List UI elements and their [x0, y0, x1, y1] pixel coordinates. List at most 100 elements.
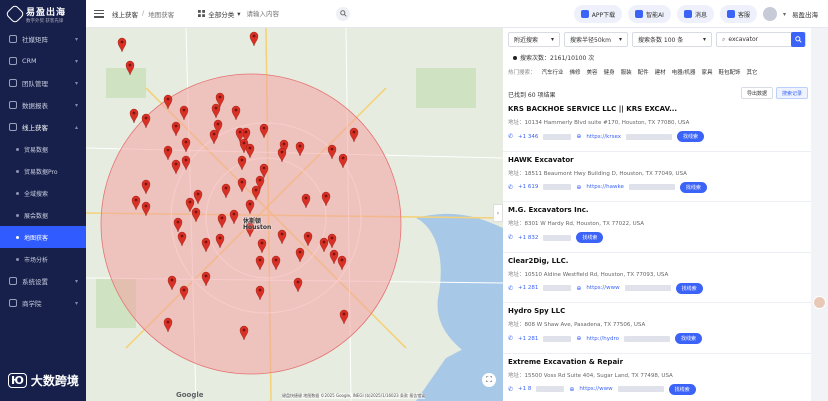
result-item[interactable]: M.G. Excavators Inc. 地址：8301 W Hardy Rd, …: [503, 202, 811, 253]
result-name[interactable]: HAWK Excavator: [508, 156, 806, 164]
find-leads-button[interactable]: 找线索: [668, 383, 696, 395]
chevron-down-icon[interactable]: ▾: [783, 11, 786, 18]
map-attribution[interactable]: 键盘快捷键 地图数据 ©2025 Google, INEGI (b)2025/1…: [282, 393, 426, 399]
map-marker-dot: [176, 220, 180, 224]
menu-toggle-icon[interactable]: [94, 9, 104, 18]
result-name[interactable]: KRS BACKHOE SERVICE LLC || KRS EXCAV...: [508, 105, 806, 113]
hot-tag[interactable]: 家具: [701, 70, 712, 76]
result-phone[interactable]: +1 346: [518, 134, 538, 140]
support-button[interactable]: 客服: [719, 5, 757, 23]
hot-tag[interactable]: 鞋包配饰: [719, 70, 741, 76]
result-phone[interactable]: +1 281: [518, 336, 538, 342]
result-website[interactable]: http://hydro: [586, 336, 619, 342]
logo[interactable]: 易盈出海 数字外贸 获客先锋: [0, 0, 86, 28]
map-marker-dot: [306, 234, 310, 238]
search-button[interactable]: [336, 6, 351, 21]
category-select[interactable]: 全部分类 ▾: [192, 6, 246, 22]
hot-tag[interactable]: 汽车行业: [542, 70, 564, 76]
result-address: 地址：10510 Aldine Westfield Rd, Houston, T…: [508, 270, 806, 278]
ai-icon: [635, 10, 644, 18]
result-phone[interactable]: +1 281: [518, 285, 538, 291]
result-name[interactable]: M.G. Excavators Inc.: [508, 206, 806, 214]
smart-ai-button[interactable]: 智能AI: [628, 5, 671, 23]
result-name[interactable]: Clear2Dig, LLC.: [508, 257, 806, 265]
sidebar-item-12[interactable]: 商学院 ▾: [0, 292, 86, 314]
collapse-panel-button[interactable]: ›: [493, 204, 503, 222]
find-leads-button[interactable]: 找线索: [576, 232, 604, 243]
keyword-input[interactable]: [246, 5, 337, 22]
chevron-up-icon: ▴: [74, 123, 78, 131]
messages-button[interactable]: 消息: [676, 5, 714, 23]
map-marker-dot: [242, 328, 246, 332]
result-contacts: ✆ +1 619 ⊕ https://hawke 找线索: [508, 181, 806, 193]
hot-tag[interactable]: 建材: [655, 70, 666, 76]
sidebar-item-2[interactable]: 团队管理 ▾: [0, 72, 86, 94]
map-marker-dot: [214, 106, 218, 110]
history-button[interactable]: 搜索记录: [775, 87, 808, 99]
sidebar-item-11[interactable]: 系统设置 ▾: [0, 270, 86, 292]
hot-tag[interactable]: 配件: [638, 70, 649, 76]
top-header: 线上获客 / 地图获客 全部分类 ▾ APP下载 智能AI 消息 客服 ▾ 易盈…: [86, 0, 828, 28]
result-contacts: ✆ +1 281 ⊕ https://www 找线索: [508, 282, 806, 294]
breadcrumb-item-acquire[interactable]: 线上获客: [112, 9, 138, 19]
sidebar-item-9[interactable]: 地图获客: [0, 226, 86, 248]
crm-icon: [9, 57, 17, 65]
map-marker-dot: [342, 312, 346, 316]
sidebar-item-6[interactable]: 贸易数据Pro: [0, 160, 86, 182]
result-item[interactable]: Hydro Spy LLC 地址：808 W Shaw Ave, Pasadena…: [503, 303, 811, 354]
result-name[interactable]: Extreme Excavation & Repair: [508, 358, 806, 366]
avatar[interactable]: [762, 7, 777, 21]
result-item[interactable]: HAWK Excavator 地址：18511 Beaumont Hwy Buil…: [503, 152, 811, 202]
find-leads-button[interactable]: 找线索: [677, 131, 705, 142]
result-count-select[interactable]: 搜索条数 100 条 ▾: [632, 32, 712, 47]
result-item[interactable]: KRS BACKHOE SERVICE LLC || KRS EXCAV... 地…: [503, 101, 811, 152]
app-download-button[interactable]: APP下载: [573, 5, 623, 23]
result-website[interactable]: https://hawke: [586, 184, 623, 190]
phone-icon: ✆: [508, 133, 514, 140]
find-leads-button[interactable]: 找线索: [679, 181, 707, 193]
sidebar-item-7[interactable]: 全域搜索: [0, 182, 86, 204]
keyword-field[interactable]: [728, 36, 799, 43]
result-website[interactable]: https://www: [586, 285, 619, 291]
smart-ai-label: 智能AI: [646, 11, 664, 19]
sidebar-item-4[interactable]: 线上获客 ▴: [0, 116, 86, 138]
result-phone[interactable]: +1 832: [518, 235, 538, 241]
masked-website: [624, 335, 671, 342]
sidebar-item-3[interactable]: 数据报表 ▾: [0, 94, 86, 116]
map-view[interactable]: 休斯顿 Houston › ⛶ Google 键盘快捷键 地图数据 ©2025 …: [86, 28, 503, 401]
search-mode-select[interactable]: 附近搜索 ▾: [508, 32, 560, 47]
result-name[interactable]: Hydro Spy LLC: [508, 307, 806, 315]
radius-select[interactable]: 搜索半径50km ▾: [564, 32, 628, 47]
bullet-icon: [16, 169, 19, 173]
sidebar-item-8[interactable]: 展会数据: [0, 204, 86, 226]
result-phone[interactable]: +1 619: [518, 184, 538, 190]
masked-phone: [543, 234, 572, 241]
result-item[interactable]: Extreme Excavation & Repair 地址：15500 Voss…: [503, 354, 811, 401]
keyword-search-button[interactable]: [791, 32, 805, 47]
hot-tag[interactable]: 健身: [604, 70, 615, 76]
result-website[interactable]: https://www: [579, 386, 612, 392]
assistant-avatar[interactable]: [813, 296, 826, 309]
map-canvas[interactable]: [86, 28, 503, 401]
sidebar-item-5[interactable]: 贸易数据: [0, 138, 86, 160]
sidebar-item-1[interactable]: CRM ▾: [0, 50, 86, 72]
result-website[interactable]: https://krsex: [586, 134, 621, 140]
hot-tag[interactable]: 美容: [587, 70, 598, 76]
sidebar-item-10[interactable]: 市场分析: [0, 248, 86, 270]
hot-tag[interactable]: 电器/机器: [672, 70, 696, 76]
map-marker-dot: [182, 108, 186, 112]
find-leads-button[interactable]: 找线索: [675, 282, 703, 294]
address-value: 15500 Voss Rd Suite 404, Sugar Land, TX …: [524, 372, 673, 379]
sidebar-item-0[interactable]: 社媒矩阵 ▾: [0, 28, 86, 50]
result-item[interactable]: Clear2Dig, LLC. 地址：10510 Aldine Westfield…: [503, 253, 811, 303]
fullscreen-button[interactable]: ⛶: [482, 373, 496, 387]
hot-tag[interactable]: 其它: [747, 70, 758, 76]
hot-tag[interactable]: 佛修: [570, 70, 581, 76]
user-name[interactable]: 易盈出海: [792, 9, 818, 19]
hot-tag[interactable]: 服装: [621, 70, 632, 76]
export-button[interactable]: 导出数据: [740, 87, 773, 99]
find-leads-button[interactable]: 找线索: [675, 333, 703, 344]
sidebar-item-label: CRM: [22, 57, 37, 65]
result-phone[interactable]: +1 8: [518, 386, 531, 392]
phone-app-icon: [580, 10, 589, 18]
